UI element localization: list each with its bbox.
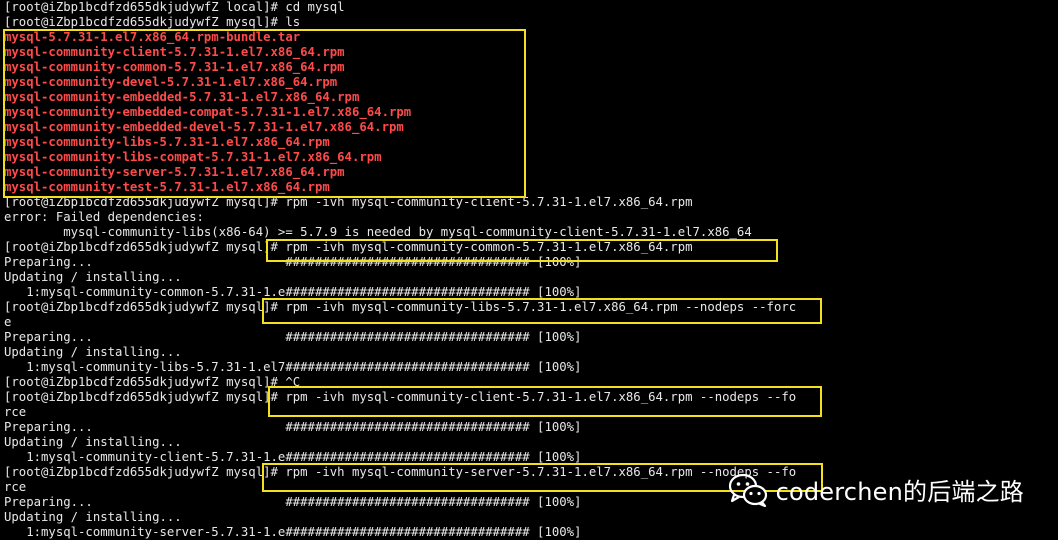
terminal-line: e xyxy=(4,315,12,329)
terminal-line: Updating / installing... xyxy=(4,510,182,524)
terminal-line: Preparing... ###########################… xyxy=(4,495,582,509)
annotation-box-file-list xyxy=(3,29,526,198)
terminal-line: Updating / installing... xyxy=(4,435,182,449)
terminal-line: [root@iZbp1bcdfzd655dkjudywfZ local]# cd… xyxy=(4,0,345,14)
terminal-line: Updating / installing... xyxy=(4,345,182,359)
terminal-line: Updating / installing... xyxy=(4,270,182,284)
watermark: coderchen的后端之路 xyxy=(728,472,1024,507)
terminal-line: 1:mysql-community-server-5.7.31-1.e#####… xyxy=(4,525,582,539)
terminal-line: 1:mysql-community-libs-5.7.31-1.el7#####… xyxy=(4,360,582,374)
terminal-line: rce xyxy=(4,405,27,419)
annotation-box-install-client xyxy=(268,386,822,417)
terminal-line: Preparing... ###########################… xyxy=(4,330,582,344)
terminal-line: rce xyxy=(4,480,27,494)
wechat-icon xyxy=(728,473,767,507)
watermark-text: coderchen的后端之路 xyxy=(775,478,1024,506)
annotation-box-install-libs xyxy=(262,298,822,324)
terminal-line: [root@iZbp1bcdfzd655dkjudywfZ mysql]# ^C xyxy=(4,375,301,389)
terminal-line: error: Failed dependencies: xyxy=(4,210,204,224)
terminal-line: Preparing... ###########################… xyxy=(4,420,582,434)
terminal-line: mysql-community-libs(x86-64) >= 5.7.9 is… xyxy=(4,225,752,239)
annotation-box-install-common xyxy=(266,239,778,262)
terminal-line: [root@iZbp1bcdfzd655dkjudywfZ mysql]# ls xyxy=(4,15,301,29)
